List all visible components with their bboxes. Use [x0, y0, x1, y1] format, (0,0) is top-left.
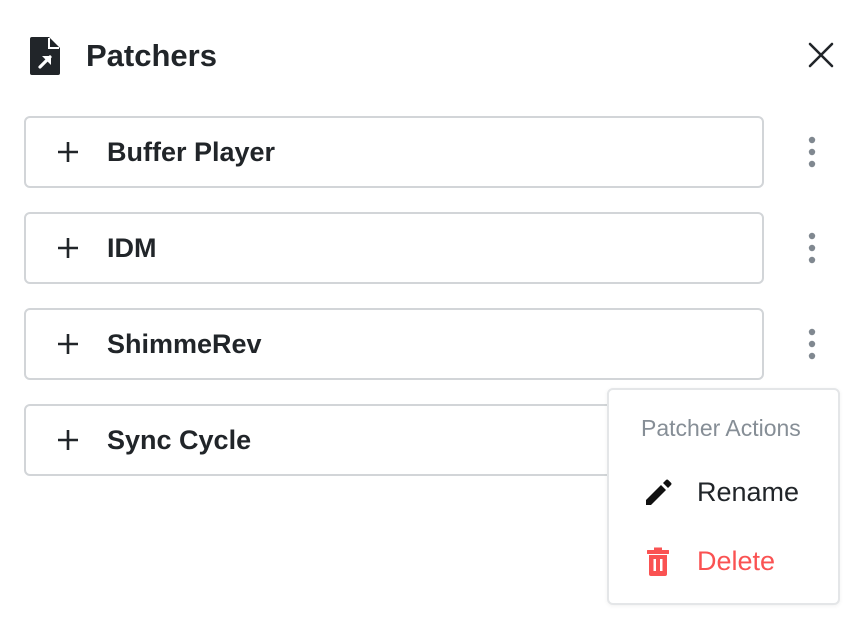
more-options-icon[interactable]: [800, 326, 824, 362]
delete-label: Delete: [697, 546, 776, 576]
close-icon[interactable]: [804, 38, 838, 72]
patcher-label: IDM: [107, 233, 157, 263]
plus-icon: [56, 236, 80, 260]
patcher-label: Buffer Player: [107, 137, 276, 167]
patcher-item-idm[interactable]: IDM: [24, 212, 764, 284]
more-options-icon[interactable]: [800, 230, 824, 266]
patcher-row: ShimmeRev: [24, 308, 844, 380]
plus-icon: [56, 140, 80, 164]
plus-icon: [56, 332, 80, 356]
dialog-title: Patchers: [86, 38, 217, 73]
patcher-label: Sync Cycle: [107, 425, 252, 455]
rename-label: Rename: [697, 477, 800, 507]
dialog-header: Patchers: [0, 0, 864, 112]
rename-menu-item[interactable]: Rename: [609, 464, 838, 520]
patcher-item-shimmerev[interactable]: ShimmeRev: [24, 308, 764, 380]
plus-icon: [56, 428, 80, 452]
pencil-icon: [643, 478, 673, 508]
trash-icon: [643, 547, 673, 577]
delete-menu-item[interactable]: Delete: [609, 533, 838, 589]
patcher-row: Buffer Player: [24, 116, 844, 188]
menu-header: Patcher Actions: [641, 415, 801, 441]
patcher-label: ShimmeRev: [107, 329, 262, 359]
file-export-icon: [30, 37, 60, 75]
patcher-row: IDM: [24, 212, 844, 284]
more-options-icon[interactable]: [800, 134, 824, 170]
patcher-actions-menu: Patcher Actions Rename Delete: [607, 388, 840, 605]
patcher-item-buffer-player[interactable]: Buffer Player: [24, 116, 764, 188]
